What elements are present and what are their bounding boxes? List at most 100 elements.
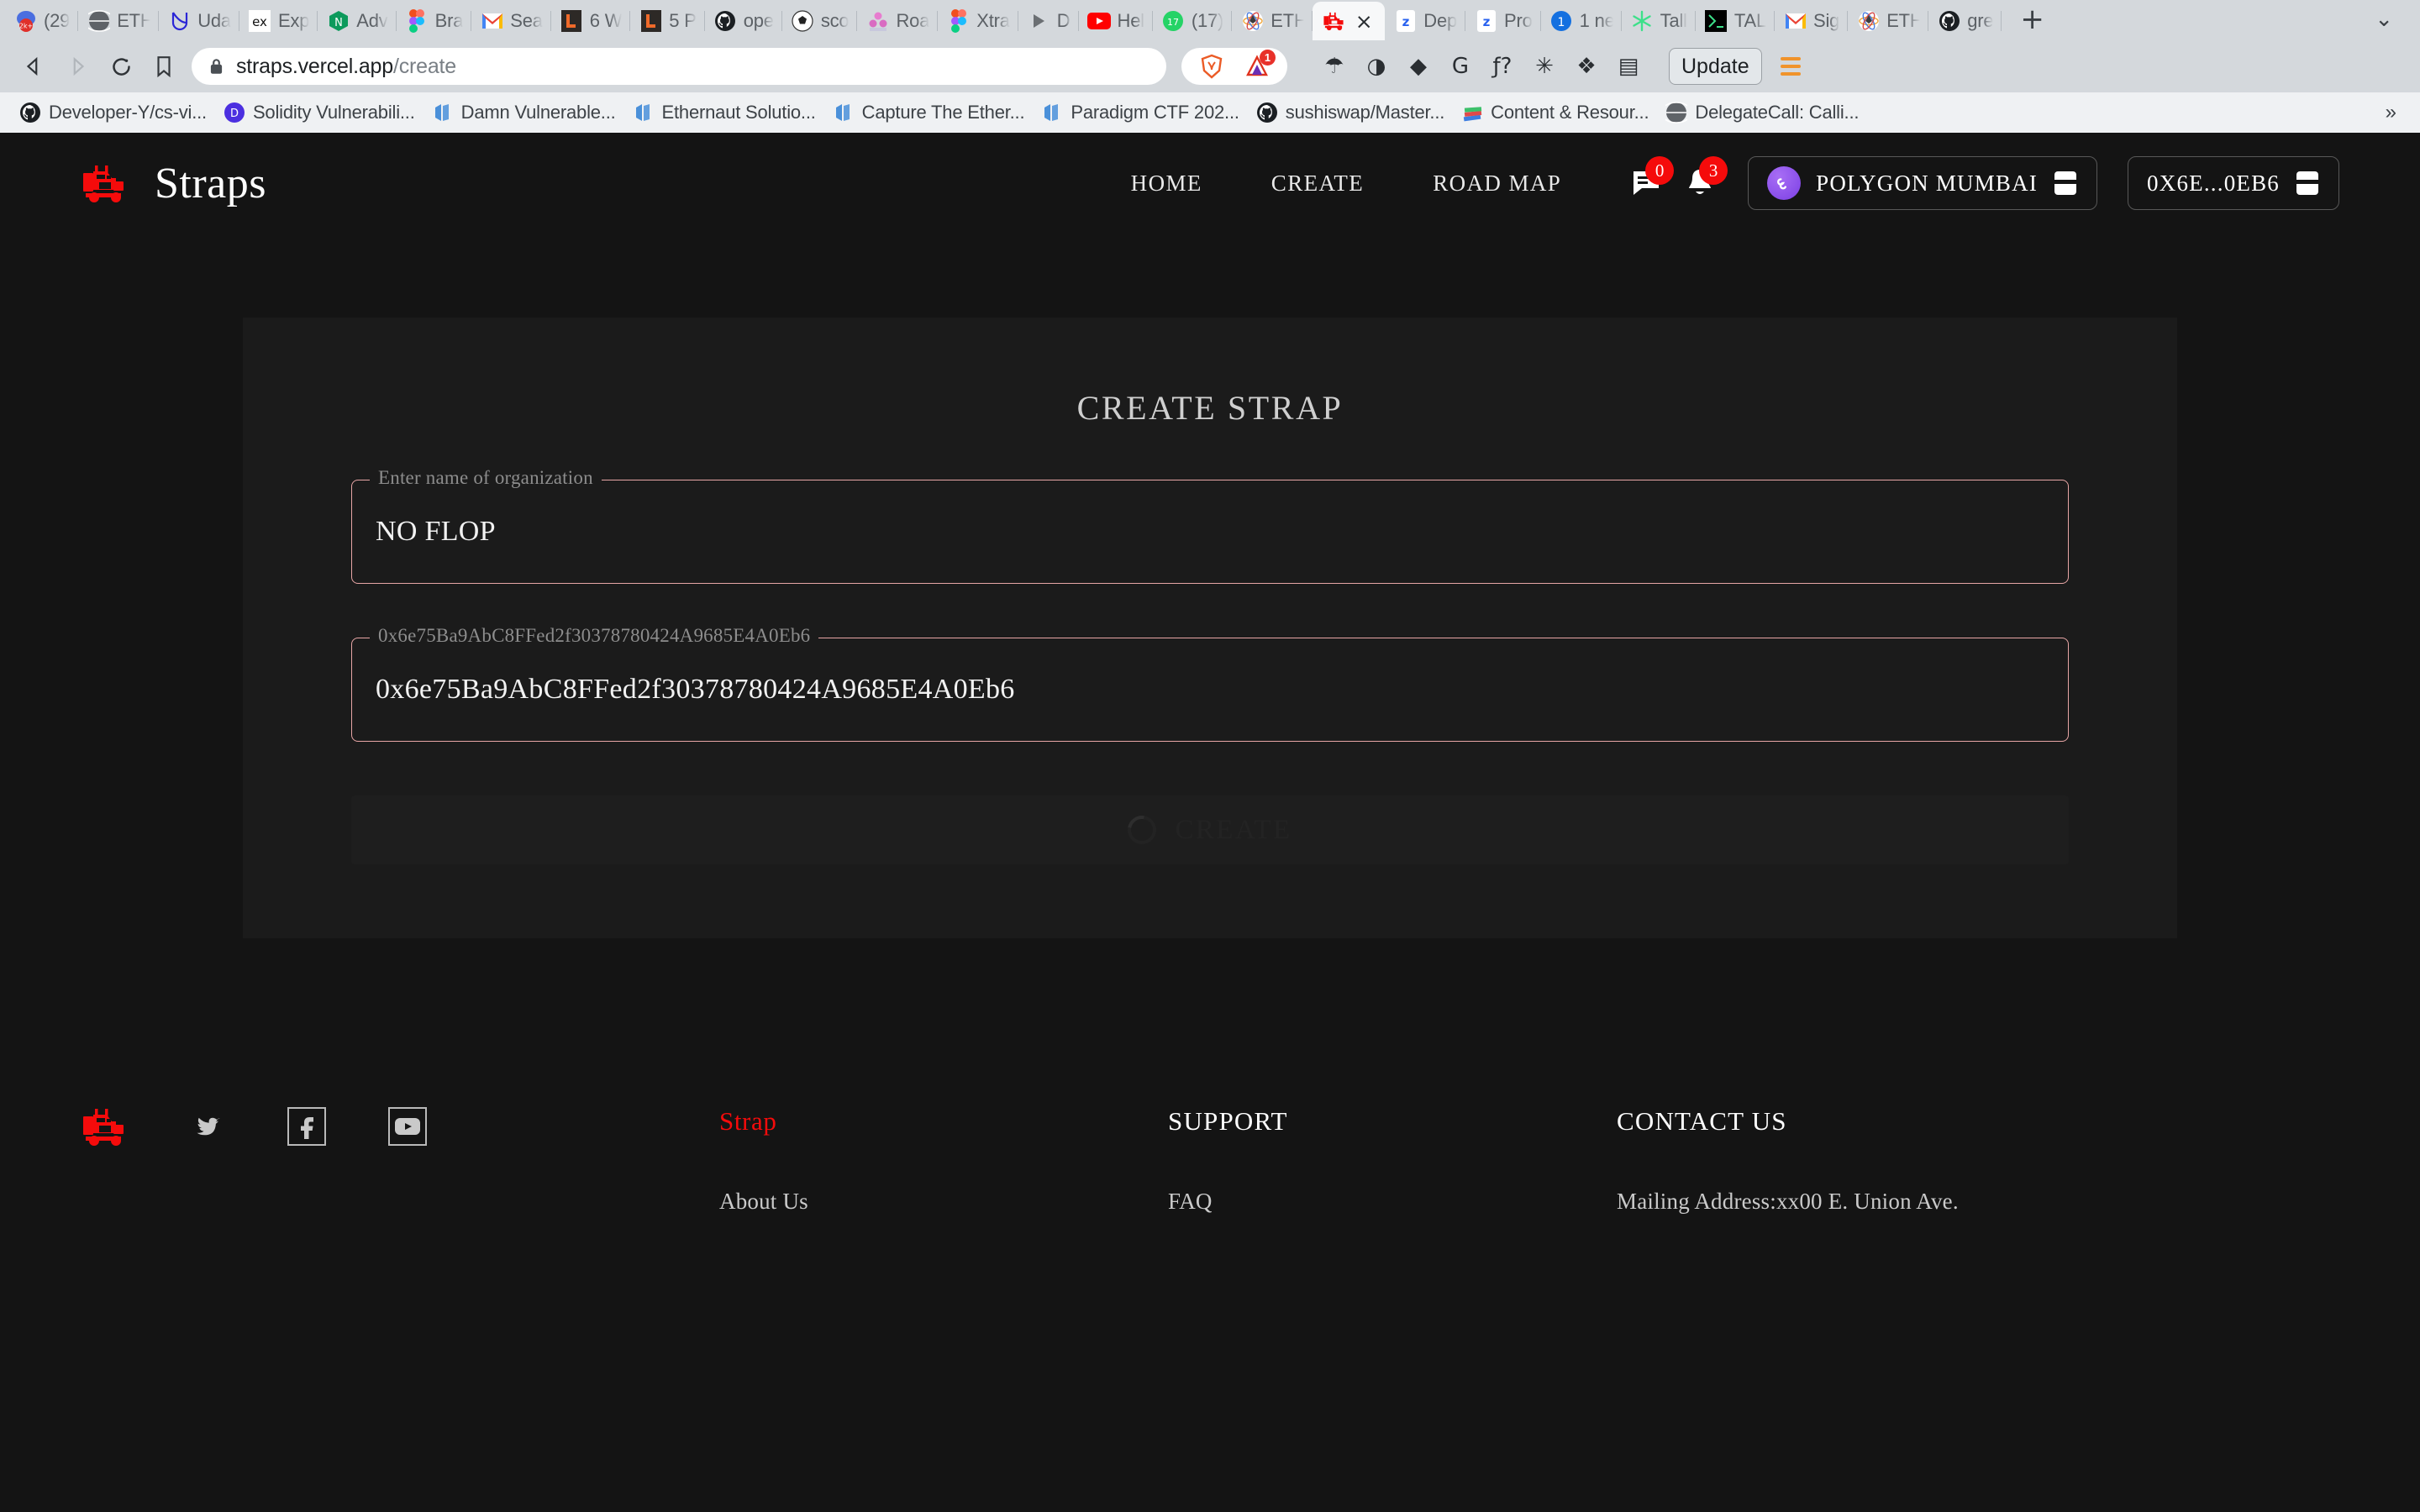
brand-logo-group[interactable]: Straps — [81, 159, 266, 208]
github-icon — [1939, 10, 1960, 32]
notifications-badge: 3 — [1699, 156, 1728, 185]
bookmark-item[interactable]: Capture The Ether... — [825, 97, 1033, 128]
new-tab-button[interactable]: + — [2002, 5, 2063, 40]
nav-link-create[interactable]: CREATE — [1271, 171, 1364, 197]
browser-tab[interactable]: z Dep — [1385, 2, 1465, 40]
main-area: CREATE STRAP Enter name of organization … — [0, 234, 2420, 938]
browser-tab[interactable]: Roa — [857, 2, 939, 40]
svg-text:1: 1 — [1558, 16, 1565, 29]
browser-tab[interactable]: ETH — [1232, 2, 1313, 40]
account-label: 0X6E...0EB6 — [2147, 170, 2280, 196]
asterisk-icon — [1630, 9, 1655, 34]
loading-spinner-icon[interactable]: ✳ — [1524, 46, 1565, 87]
browser-tab[interactable]: D — [1018, 2, 1079, 40]
wallet-icon[interactable]: ▤ — [1608, 46, 1649, 87]
youtube-icon — [1087, 13, 1111, 29]
organization-name-input[interactable] — [376, 516, 2044, 548]
hamburger-menu-icon[interactable] — [1780, 57, 1801, 76]
play-icon — [1027, 9, 1051, 34]
browser-tab[interactable]: N Adv — [318, 2, 397, 40]
footer-link[interactable]: FAQ — [1168, 1189, 1617, 1215]
zerion-icon: z — [1396, 10, 1415, 32]
browser-tab[interactable]: 5 P — [630, 2, 705, 40]
browser-tab[interactable]: 6 W — [551, 2, 631, 40]
wallet-address-field[interactable] — [351, 638, 2069, 742]
tab-title: Adv — [356, 10, 388, 31]
browser-tab[interactable]: TAL — [1696, 2, 1775, 40]
brand-name: Straps — [155, 159, 266, 207]
back-button[interactable] — [13, 46, 54, 87]
update-button[interactable]: Update — [1669, 48, 1762, 85]
youtube-icon[interactable] — [388, 1107, 427, 1146]
ex-icon: ex — [249, 10, 271, 32]
browser-tab[interactable]: Uda — [159, 2, 239, 40]
fontsninja-icon[interactable]: ƒ? — [1482, 46, 1523, 87]
phantom-wallet-icon[interactable]: ◑ — [1356, 46, 1397, 87]
nav-link-home[interactable]: HOME — [1131, 171, 1202, 197]
bookmark-item[interactable]: sushiswap/Master... — [1249, 97, 1452, 128]
browser-tab[interactable]: Xtra — [938, 2, 1018, 40]
organization-name-field[interactable] — [351, 480, 2069, 584]
twitter-icon[interactable] — [188, 1108, 225, 1145]
reddit-badge-icon: 2k+ — [15, 9, 37, 33]
reddit-badge-icon: 2k+ — [13, 9, 38, 34]
browser-tab[interactable]: 1 1 ne — [1541, 2, 1622, 40]
messages-icon[interactable]: 0 — [1628, 156, 1675, 203]
tab-title: 6 W — [589, 10, 623, 31]
footer-column-strap: Strap About Us — [719, 1106, 1168, 1215]
bookmark-icon[interactable] — [145, 47, 183, 86]
bookmark-item[interactable]: Damn Vulnerable... — [424, 97, 623, 128]
bookmark-item[interactable]: Ethernaut Solutio... — [625, 97, 823, 128]
google-translate-icon[interactable]: G — [1440, 46, 1481, 87]
footer-column-title: SUPPORT — [1168, 1106, 1288, 1136]
extension-glyph: ☂ — [1324, 54, 1344, 79]
browser-tab[interactable]: Hel — [1079, 2, 1153, 40]
notifications-bell-icon[interactable]: 3 — [1682, 156, 1728, 203]
tab-title: (17) — [1191, 10, 1224, 31]
wallet-address-input[interactable] — [376, 674, 2044, 706]
nav-link-road-map[interactable]: ROAD MAP — [1433, 171, 1561, 197]
bookmark-item[interactable]: Developer-Y/cs-vi... — [12, 97, 214, 128]
page-content: Straps HOME CREATE ROAD MAP 0 3 POLYGON MU… — [0, 133, 2420, 1215]
tab-title: 1 ne — [1579, 10, 1613, 31]
browser-tab[interactable]: ex Exp — [239, 2, 318, 40]
tab-title: 5 P — [669, 10, 697, 31]
tab-close-icon[interactable]: × — [1351, 9, 1376, 34]
bookmark-item[interactable]: DelegateCall: Calli... — [1658, 97, 1866, 128]
bookmark-item[interactable]: Paradigm CTF 202... — [1034, 97, 1246, 128]
figma-icon — [950, 9, 967, 33]
browser-tab[interactable]: Sig — [1775, 2, 1849, 40]
browser-tab-active[interactable]: × — [1313, 2, 1386, 40]
tab-search-chevron-down-icon[interactable]: ⌄ — [2366, 6, 2415, 40]
browser-tab[interactable]: Bra — [397, 2, 472, 40]
browser-tab[interactable]: Sea — [471, 2, 551, 40]
bookmarks-overflow-icon[interactable]: » — [2386, 101, 2408, 124]
account-button[interactable]: 0X6E...0EB6 — [2128, 156, 2339, 210]
facebook-icon[interactable] — [287, 1107, 326, 1146]
browser-tab[interactable]: 2k+ (29 — [5, 2, 79, 40]
browser-tab[interactable]: gre — [1928, 2, 2002, 40]
tab-title: Tall — [1660, 10, 1687, 31]
footer-link[interactable]: About Us — [719, 1189, 1168, 1215]
brave-rewards-icon[interactable]: 1 — [1237, 46, 1277, 87]
letter-d-icon: D — [224, 102, 245, 123]
extensions-puzzle-icon[interactable]: ❖ — [1566, 46, 1607, 87]
metamask-icon[interactable]: ◆ — [1398, 46, 1439, 87]
browser-tab[interactable]: Tall — [1622, 2, 1696, 40]
brave-shields-icon[interactable] — [1192, 46, 1232, 87]
openzeppelin-icon — [633, 102, 655, 123]
create-button[interactable]: CREATE — [351, 795, 2069, 864]
rabby-wallet-icon[interactable]: ☂ — [1314, 46, 1355, 87]
browser-tab[interactable]: ETH — [78, 2, 160, 40]
browser-tab[interactable]: ope — [705, 2, 782, 40]
browser-tab[interactable]: sco — [782, 2, 858, 40]
browser-tab[interactable]: z Pro — [1465, 2, 1541, 40]
bookmark-item[interactable]: Content & Resour... — [1454, 97, 1656, 128]
browser-tab[interactable]: 17 (17) — [1153, 2, 1233, 40]
network-selector-button[interactable]: POLYGON MUMBAI — [1748, 156, 2098, 210]
address-bar[interactable]: straps.vercel.app/create — [192, 48, 1166, 85]
bookmark-item[interactable]: D Solidity Vulnerabili... — [216, 97, 423, 128]
reload-button[interactable] — [101, 46, 141, 87]
zerion-icon: z — [1474, 9, 1498, 34]
browser-tab[interactable]: ETH — [1848, 2, 1929, 40]
